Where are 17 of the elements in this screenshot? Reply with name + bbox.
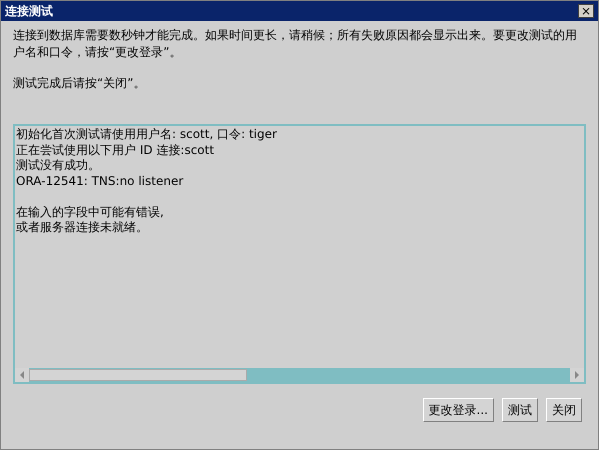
dialog-button[interactable]: 更改登录... (422, 398, 494, 422)
scroll-left-icon[interactable] (15, 368, 29, 382)
scroll-thumb[interactable] (29, 369, 247, 381)
output-line: 测试没有成功。 (16, 158, 101, 174)
output-line: 或者服务器连接未就绪。 (16, 220, 149, 236)
output-line: 在输入的字段中可能有错误, (16, 204, 165, 220)
horizontal-scrollbar[interactable] (15, 368, 584, 382)
output-line: ORA-12541: TNS:no listener (16, 174, 184, 189)
dialog-button[interactable]: 测试 (502, 398, 538, 422)
instruction-text: 连接到数据库需要数秒钟才能完成。如果时间更长，请稍候；所有失败原因都会显示出来。要更改测试的用户名和口令，请按“更改登录”。 (13, 27, 578, 61)
close-button[interactable]: × (578, 4, 594, 18)
dialog-button[interactable]: 关闭 (546, 398, 582, 422)
output-line: 正在尝试使用以下用户 ID 连接:scott (16, 142, 216, 158)
instruction-text: 测试完成后请按“关闭”。 (13, 75, 146, 92)
scroll-right-icon[interactable] (570, 368, 584, 382)
window-title: 连接测试 (5, 3, 53, 20)
output-line: 初始化首次测试请使用用户名: scott, 口令: tiger (16, 127, 278, 142)
